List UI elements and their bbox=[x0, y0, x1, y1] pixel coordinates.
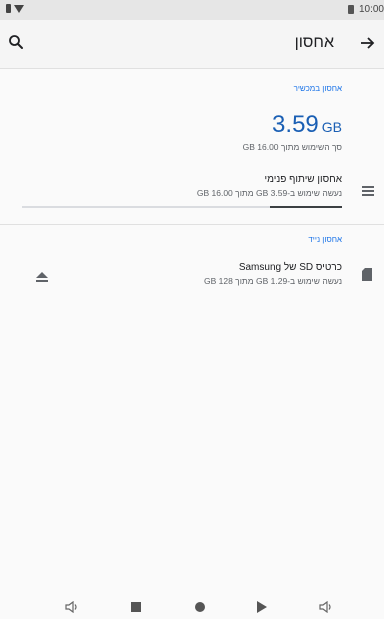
status-time: 10:00 bbox=[358, 4, 384, 15]
volume-up-icon[interactable] bbox=[318, 599, 334, 615]
internal-storage-progress bbox=[22, 206, 342, 208]
status-left-icons bbox=[6, 4, 24, 13]
arrow-right-icon[interactable] bbox=[358, 34, 376, 52]
section-header-device: אחסון במכשיר bbox=[293, 84, 342, 93]
used-storage-summary: 3.59 GB bbox=[272, 111, 342, 139]
page-title: אחסון bbox=[294, 34, 334, 51]
back-triangle-icon bbox=[257, 601, 267, 613]
section-header-portable: אחסון נייד bbox=[308, 235, 342, 244]
status-right: 10:00 bbox=[347, 4, 384, 15]
battery-small-icon bbox=[6, 4, 11, 13]
used-storage-unit: GB bbox=[321, 119, 342, 135]
eject-icon[interactable] bbox=[36, 272, 48, 282]
status-bar: 10:00 bbox=[0, 0, 384, 20]
navigation-bar bbox=[0, 595, 384, 619]
app-bar: אחסון bbox=[0, 20, 384, 69]
total-used-label: סך השימוש מתוך 16.00 GB bbox=[242, 142, 342, 152]
battery-icon bbox=[347, 5, 354, 14]
storage-list-icon bbox=[362, 186, 374, 196]
internal-storage-subtitle: נעשה שימוש ב-3.59 GB מתוך 16.00 GB bbox=[196, 188, 342, 198]
storage-content: אחסון במכשיר 3.59 GB סך השימוש מתוך 16.00… bbox=[0, 69, 384, 595]
wifi-icon bbox=[14, 4, 24, 13]
home-icon bbox=[195, 602, 205, 612]
recents-icon bbox=[131, 602, 141, 612]
back-nav-button[interactable] bbox=[254, 599, 270, 615]
sd-card-icon bbox=[362, 268, 372, 281]
internal-storage-title[interactable]: אחסון שיתוף פנימי bbox=[265, 174, 342, 185]
sd-card-subtitle: נעשה שימוש ב-1.29 GB מתוך 128 GB bbox=[203, 276, 342, 286]
section-divider bbox=[0, 224, 384, 225]
volume-down-icon[interactable] bbox=[64, 599, 80, 615]
recents-button[interactable] bbox=[128, 599, 144, 615]
search-icon[interactable] bbox=[8, 34, 24, 50]
internal-storage-progress-fill bbox=[270, 206, 342, 208]
used-storage-number: 3.59 bbox=[272, 111, 319, 138]
sd-card-title[interactable]: כרטיס SD של Samsung bbox=[239, 262, 342, 273]
home-button[interactable] bbox=[192, 599, 208, 615]
